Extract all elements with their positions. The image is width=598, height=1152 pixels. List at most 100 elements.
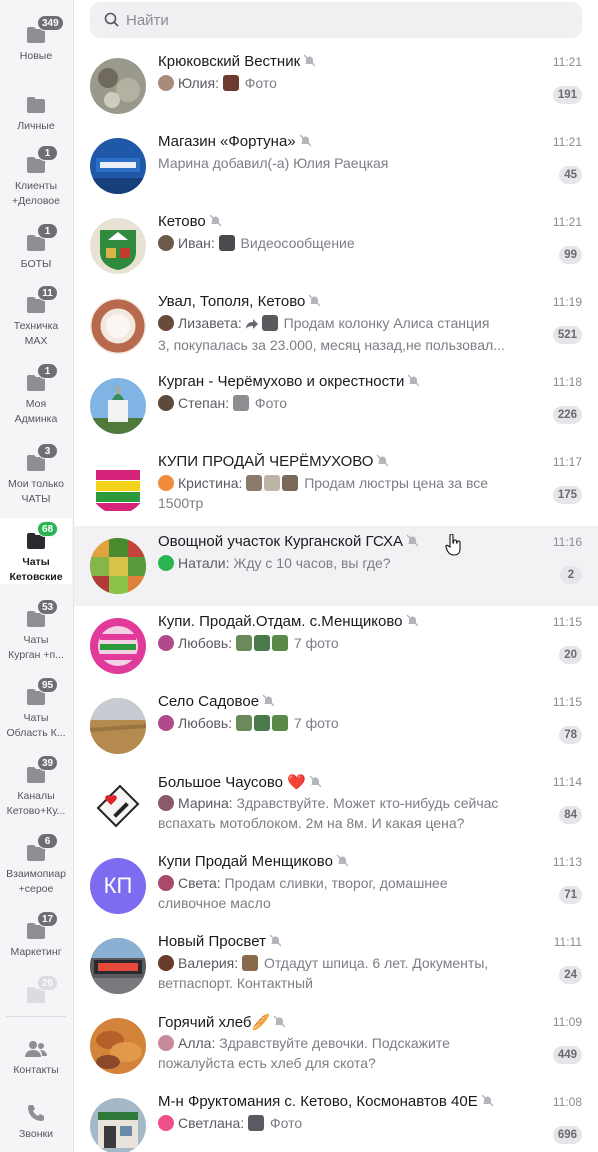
unread-count: 71 [559,886,582,904]
folder-marketing[interactable]: 17 Маркетинг [0,911,72,962]
folder-badge: 349 [37,15,64,31]
chat-avatar [90,298,146,354]
photo-thumbnail [272,715,289,731]
chat-time: 11:11 [553,935,582,949]
folder-label: Взаимопиар +серое [6,868,66,895]
chat-time: 11:14 [552,775,582,789]
chat-item[interactable]: Горячий хлеб🥖 11:09 449 Алла: Здравствуй… [74,1006,598,1086]
folder-kurgan-chats[interactable]: 53 Чаты Курган +п... [0,599,72,661]
chat-preview: Кристина: Продам люстры цена за все 1500… [158,473,538,513]
folder-mutual-pr[interactable]: 6 Взаимопиар +серое [0,833,72,895]
chat-item[interactable]: КУПИ ПРОДАЙ ЧЕРЁМУХОВО 11:17 175 Кристин… [74,446,598,526]
nav-contacts[interactable]: Контакты [0,1040,72,1080]
folder-my-chats[interactable]: 3 Мои только ЧАТЫ [0,443,72,505]
chat-preview: Света: Продам сливки, творог, домашнее с… [158,873,538,913]
chat-avatar [90,538,146,594]
chat-avatar [90,1098,146,1152]
sender-name: Валерия: [178,955,239,971]
photo-thumbnail [236,635,253,651]
chat-time: 11:18 [552,375,582,389]
folder-badge: 68 [37,521,59,537]
folder-personal[interactable]: Личные [0,96,72,146]
folder-region-chats[interactable]: 95 Чаты Область К... [0,677,72,739]
unread-count: 24 [559,966,582,984]
folder-badge: 1 [37,145,58,161]
chat-avatar [90,698,146,754]
sender-avatar [158,475,174,491]
muted-icon [269,934,282,951]
folder-label: Чаты Кетовские [9,556,63,583]
folder-icon: 1 [25,363,58,392]
unread-count: 78 [559,726,582,744]
unread-count: 226 [552,406,582,424]
folder-icon: 95 [25,677,59,706]
folder-badge: 17 [37,911,59,927]
folder-badge: 26 [37,975,59,991]
unread-count: 521 [552,326,582,344]
folder-badge: 1 [37,223,58,239]
chat-item[interactable]: Крюковский Вестник 11:21 191 Юлия: Фото [74,46,598,126]
chat-avatar [90,458,146,514]
message-text: Фото [244,75,277,91]
chat-title: М-н Фруктомания с. Кетово, Космонавтов 4… [158,1093,494,1111]
chat-title: Большое Чаусово ❤️ [158,773,322,792]
sender-name: Иван: [178,235,215,251]
folder-new[interactable]: 349 Новые [0,15,72,76]
unread-count: 99 [559,246,582,264]
message-text-line2: ветпаспорт. Контактный [158,975,313,991]
sender-avatar [158,315,174,331]
photo-thumbnail [233,395,250,411]
chat-item[interactable]: Новый Просвет 11:11 24 Валерия: Отдадут … [74,926,598,1006]
nav-calls[interactable]: Звонки [0,1104,72,1144]
message-text: Видеосообщение [240,235,355,251]
unread-count: 696 [552,1126,582,1144]
folder-ketovo-chats[interactable]: 68 Чаты Кетовские [0,518,72,584]
photo-thumbnail [242,955,259,971]
sender-name: Света: [178,875,221,891]
folder-badge: 3 [37,443,58,459]
chat-title: Овощной участок Курганской ГСХА [158,533,419,551]
folder-icon [25,96,47,114]
phone-icon [25,1104,47,1122]
chat-avatar: КП [90,858,146,914]
message-text: Фото [254,395,288,411]
folder-label: Техничка MAX [13,320,59,347]
unread-count: 45 [559,166,582,184]
chat-title: Магазин «Фортуна» [158,133,312,151]
photo-thumbnail [222,75,239,91]
message-text: Продам люстры цена за все [304,475,489,491]
chat-preview: Светлана: Фото [158,1113,538,1133]
chat-item[interactable]: Курган - Черёмухово и окрестности 11:18 … [74,366,598,446]
folder-label: Чаты Область К... [6,712,66,739]
chat-avatar [90,378,146,434]
message-text-line2: вспахать мотоблоком. 2м на 8м. И какая ц… [158,815,465,831]
sender-avatar [158,795,174,811]
folder-channels[interactable]: 39 Каналы Кетово+Ку... [0,755,72,817]
search-icon [104,12,119,32]
chat-item[interactable]: Кетово 11:21 99 Иван: Видеосообщение [74,206,598,286]
folder-badge: 39 [37,755,59,771]
muted-icon [299,134,312,151]
sender-name: Алла: [178,1035,216,1051]
chat-preview: Натали: Жду с 10 часов, вы где? [158,553,538,573]
folder-admin[interactable]: 1 Моя Админка [0,363,72,425]
chat-item[interactable]: Село Садовое 11:15 78 Любовь: 7 фото [74,686,598,766]
chat-item[interactable]: Магазин «Фортуна» 11:21 45 Марина добави… [74,126,598,206]
chat-item[interactable]: Овощной участок Курганской ГСХА 11:16 2 … [74,526,598,606]
chat-item[interactable]: Купи. Продай.Отдам. с.Менщиково 11:15 20… [74,606,598,686]
search-input[interactable] [126,2,566,38]
chat-item[interactable]: М-н Фруктомания с. Кетово, Космонавтов 4… [74,1086,598,1152]
message-text-line2: пожалуйста есть хлеб для скота? [158,1055,376,1071]
folder-icon: 26 [25,975,59,1004]
chat-item[interactable]: КП Купи Продай Менщиково 11:13 71 Света:… [74,846,598,926]
folder-clients[interactable]: 1 Клиенты +Деловое [0,145,72,212]
chat-title: Купи. Продай.Отдам. с.Менщиково [158,613,419,631]
chat-item[interactable]: Большое Чаусово ❤️ 11:14 84 Марина: Здра… [74,766,598,846]
chat-title: Новый Просвет [158,933,282,951]
folder-partial[interactable]: 26 [0,975,72,1010]
folder-bots[interactable]: 1 БОТЫ [0,223,72,274]
folder-tech[interactable]: 11 Техничка MAX [0,285,72,347]
chat-preview: Степан: Фото [158,393,538,413]
folder-badge: 53 [37,599,59,615]
chat-item[interactable]: Увал, Тополя, Кетово 11:19 521 Лизавета:… [74,286,598,366]
